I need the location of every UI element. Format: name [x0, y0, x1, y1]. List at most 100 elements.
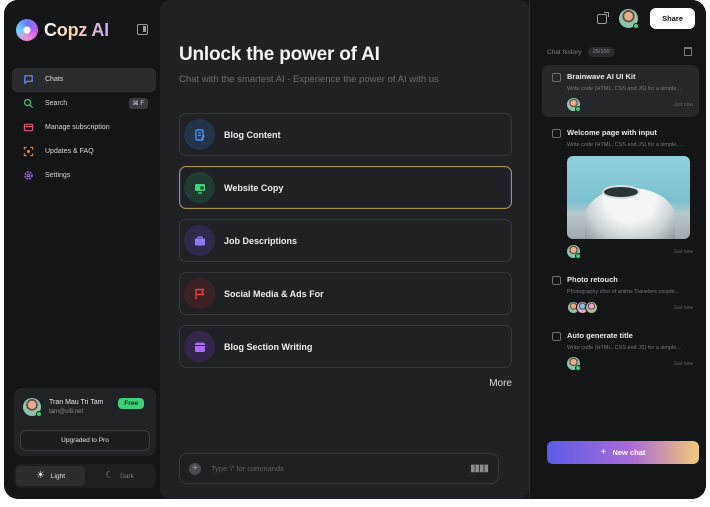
main-panel: Unlock the power of AI Chat with the sma… — [160, 0, 529, 499]
prompt-website-copy[interactable]: Website Copy — [179, 166, 512, 209]
avatar-group — [567, 301, 598, 314]
user-card: Tran Mau Tri Tam tam@ui8.net Free Upgrad… — [14, 388, 156, 456]
page-subtitle: Chat with the smartest AI - Experience t… — [179, 74, 439, 85]
sidebar-nav: Chats Search ⌘ F Manage subscription Upd… — [12, 68, 156, 188]
new-chat-label: New chat — [612, 448, 646, 457]
moon-icon: ☾ — [105, 470, 115, 481]
history-item[interactable]: Brainwave AI UI Kit Write code (HTML, CS… — [542, 65, 699, 117]
avatar — [567, 98, 581, 112]
new-window-icon[interactable] — [597, 11, 610, 24]
gear-icon — [22, 170, 34, 182]
history-item-checkbox[interactable] — [552, 276, 561, 285]
prompt-social-media-ads[interactable]: Social Media & Ads For — [179, 272, 512, 315]
history-item-checkbox[interactable] — [552, 73, 561, 82]
avatar[interactable] — [23, 398, 42, 417]
shortcut-badge: ⌘ F — [128, 98, 148, 109]
sidebar-item-chats[interactable]: Chats — [12, 68, 156, 91]
history-item-desc: Photography shot of anime Travelers coup… — [567, 289, 680, 295]
history-item-title: Photo retouch — [567, 275, 618, 284]
more-link[interactable]: More — [489, 378, 512, 389]
logo-icon — [16, 19, 38, 41]
history-item-desc: Write code (HTML, CSS and JS) for a simp… — [567, 86, 681, 92]
card-icon — [22, 122, 34, 134]
prompt-list: Blog Content Website Copy Job Descriptio… — [179, 113, 512, 378]
flag-icon — [184, 278, 215, 309]
sidebar-item-label: Manage subscription — [45, 124, 110, 131]
theme-light-option[interactable]: ☀ Light — [16, 466, 85, 486]
add-attachment-icon[interactable]: + — [189, 463, 201, 475]
search-icon — [22, 98, 34, 110]
avatar[interactable] — [619, 9, 640, 29]
calendar-icon — [184, 331, 215, 362]
sidebar-item-settings[interactable]: Settings — [12, 164, 156, 187]
top-actions: Share — [597, 8, 695, 29]
history-title: Chat history — [547, 48, 582, 56]
history-item-title: Brainwave AI UI Kit — [567, 72, 636, 81]
sidebar-item-label: Chats — [45, 76, 64, 83]
history-item-time: Just now — [673, 360, 693, 367]
user-name: Tran Mau Tri Tam — [49, 399, 104, 406]
history-item-checkbox[interactable] — [552, 332, 561, 341]
online-status-dot — [633, 23, 640, 29]
prompt-label: Blog Content — [224, 129, 281, 140]
history-list: Brainwave AI UI Kit Write code (HTML, CS… — [542, 65, 699, 376]
trash-icon[interactable] — [684, 47, 692, 56]
avatar — [567, 245, 581, 259]
prompt-blog-section-writing[interactable]: Blog Section Writing — [179, 325, 512, 368]
plan-badge: Free — [118, 398, 144, 409]
history-item-checkbox[interactable] — [552, 129, 561, 138]
prompt-job-descriptions[interactable]: Job Descriptions — [179, 219, 512, 262]
avatar — [585, 301, 598, 314]
history-item-title: Auto generate title — [567, 331, 633, 340]
history-item-desc: Write code (HTML, CSS and JS) for a simp… — [567, 142, 681, 148]
plus-icon: + — [600, 447, 607, 458]
sidebar-item-updates-faq[interactable]: Updates & FAQ — [12, 140, 156, 163]
history-item-time: Just now — [673, 101, 693, 108]
briefcase-icon — [184, 225, 215, 256]
page-title: Unlock the power of AI — [179, 44, 380, 65]
brand-name: Copz AI — [44, 19, 109, 40]
sidebar-toggle-icon[interactable] — [137, 24, 148, 35]
sidebar-item-search[interactable]: Search ⌘ F — [12, 92, 156, 115]
prompt-label: Social Media & Ads For — [224, 288, 324, 299]
share-button[interactable]: Share — [650, 8, 695, 29]
online-status-dot — [36, 411, 42, 417]
composer-placeholder: Type '/' for commands — [211, 464, 284, 473]
chat-composer[interactable]: + Type '/' for commands ▮▮▮▮ — [179, 453, 499, 484]
history-item[interactable]: Welcome page with input Write code (HTML… — [542, 121, 699, 264]
history-header: Chat history 26/100 — [547, 47, 615, 57]
history-item-title: Welcome page with input — [567, 128, 657, 137]
theme-dark-option[interactable]: ☾ Dark — [85, 466, 154, 486]
online-status-dot — [575, 365, 581, 371]
new-chat-button[interactable]: + New chat — [547, 441, 699, 464]
prompt-label: Job Descriptions — [224, 235, 298, 246]
user-email: tam@ui8.net — [49, 409, 84, 415]
sidebar-item-label: Settings — [45, 172, 71, 179]
theme-light-label: Light — [50, 472, 66, 480]
chat-icon — [22, 74, 34, 86]
lightbulb-icon — [22, 146, 34, 158]
prompt-blog-content[interactable]: Blog Content — [179, 113, 512, 156]
history-count-badge: 26/100 — [587, 47, 615, 57]
app-window: Copz AI Chats Search ⌘ F Manage subscrip… — [4, 0, 706, 499]
history-item-time: Just now — [673, 304, 693, 311]
sidebar-item-label: Search — [45, 100, 68, 107]
voice-wave-icon[interactable]: ▮▮▮▮ — [470, 463, 489, 474]
document-edit-icon — [184, 119, 215, 150]
sidebar-item-manage-subscription[interactable]: Manage subscription — [12, 116, 156, 139]
online-status-dot — [575, 106, 581, 112]
history-item[interactable]: Auto generate title Write code (HTML, CS… — [542, 324, 699, 376]
history-item-desc: Write code (HTML, CSS and JS) for a simp… — [567, 345, 681, 351]
avatar — [567, 357, 581, 371]
brand[interactable]: Copz AI — [16, 19, 109, 41]
upgrade-button[interactable]: Upgraded to Pro — [20, 430, 150, 451]
history-item-time: Just now — [673, 248, 693, 255]
sidebar-item-label: Updates & FAQ — [45, 148, 94, 155]
online-status-dot — [575, 253, 581, 259]
prompt-label: Website Copy — [224, 182, 284, 193]
theme-switch: ☀ Light ☾ Dark — [14, 464, 156, 488]
theme-dark-label: Dark — [120, 472, 134, 480]
history-item[interactable]: Photo retouch Photography shot of anime … — [542, 268, 699, 320]
history-item-image — [567, 156, 690, 239]
history-panel: Share Chat history 26/100 Brainwave AI U… — [529, 0, 706, 499]
